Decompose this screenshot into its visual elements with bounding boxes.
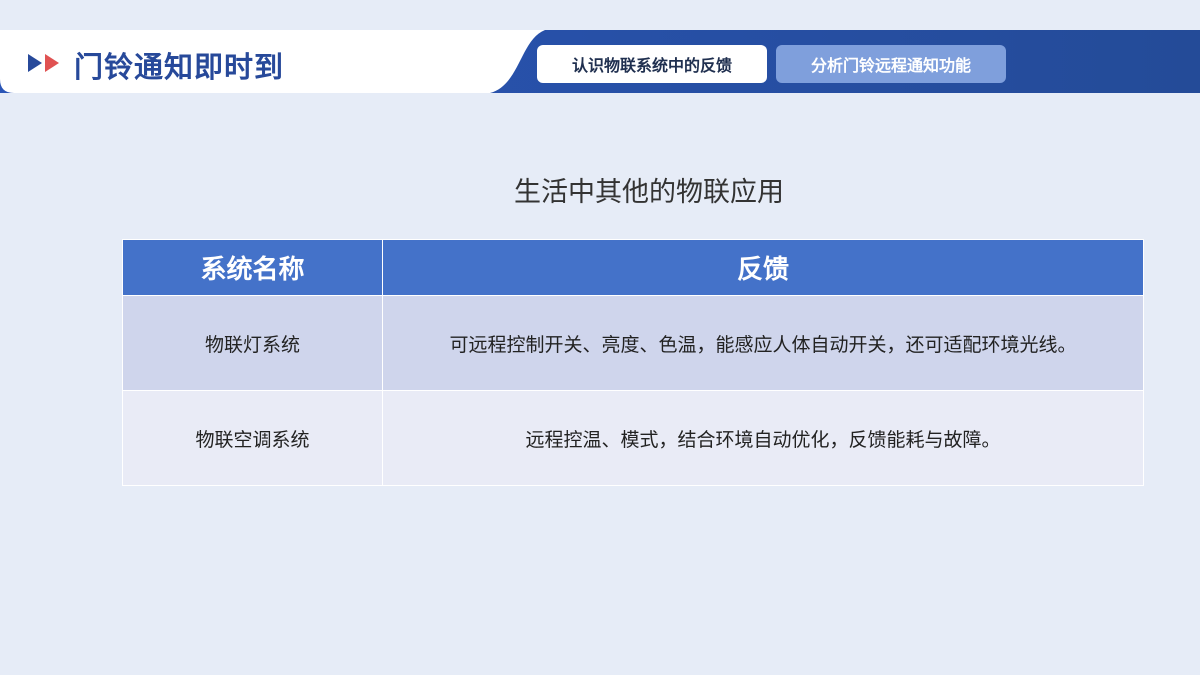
table-title: 生活中其他的物联应用 xyxy=(514,177,784,208)
table-header-row: 系统名称 反馈 xyxy=(122,239,1144,296)
table-row: 物联灯系统 可远程控制开关、亮度、色温，能感应人体自动开关，还可适配环境光线。 xyxy=(122,295,1144,391)
system-name-cell: 物联空调系统 xyxy=(122,390,383,486)
column-header-feedback: 反馈 xyxy=(382,239,1144,296)
system-name-cell: 物联灯系统 xyxy=(122,295,383,391)
page-title: 门铃通知即时到 xyxy=(74,50,285,84)
tab-recognize-feedback[interactable]: 认识物联系统中的反馈 xyxy=(537,45,767,83)
header-bar: 门铃通知即时到 认识物联系统中的反馈 分析门铃远程通知功能 xyxy=(0,30,1200,93)
tab-analyze-doorbell[interactable]: 分析门铃远程通知功能 xyxy=(776,45,1006,83)
table-row: 物联空调系统 远程控温、模式，结合环境自动优化，反馈能耗与故障。 xyxy=(122,390,1144,486)
feedback-cell: 可远程控制开关、亮度、色温，能感应人体自动开关，还可适配环境光线。 xyxy=(382,295,1144,391)
iot-applications-table: 系统名称 反馈 物联灯系统 可远程控制开关、亮度、色温，能感应人体自动开关，还可… xyxy=(122,239,1144,486)
double-play-icon xyxy=(28,54,59,72)
feedback-cell: 远程控温、模式，结合环境自动优化，反馈能耗与故障。 xyxy=(382,390,1144,486)
column-header-system-name: 系统名称 xyxy=(122,239,383,296)
